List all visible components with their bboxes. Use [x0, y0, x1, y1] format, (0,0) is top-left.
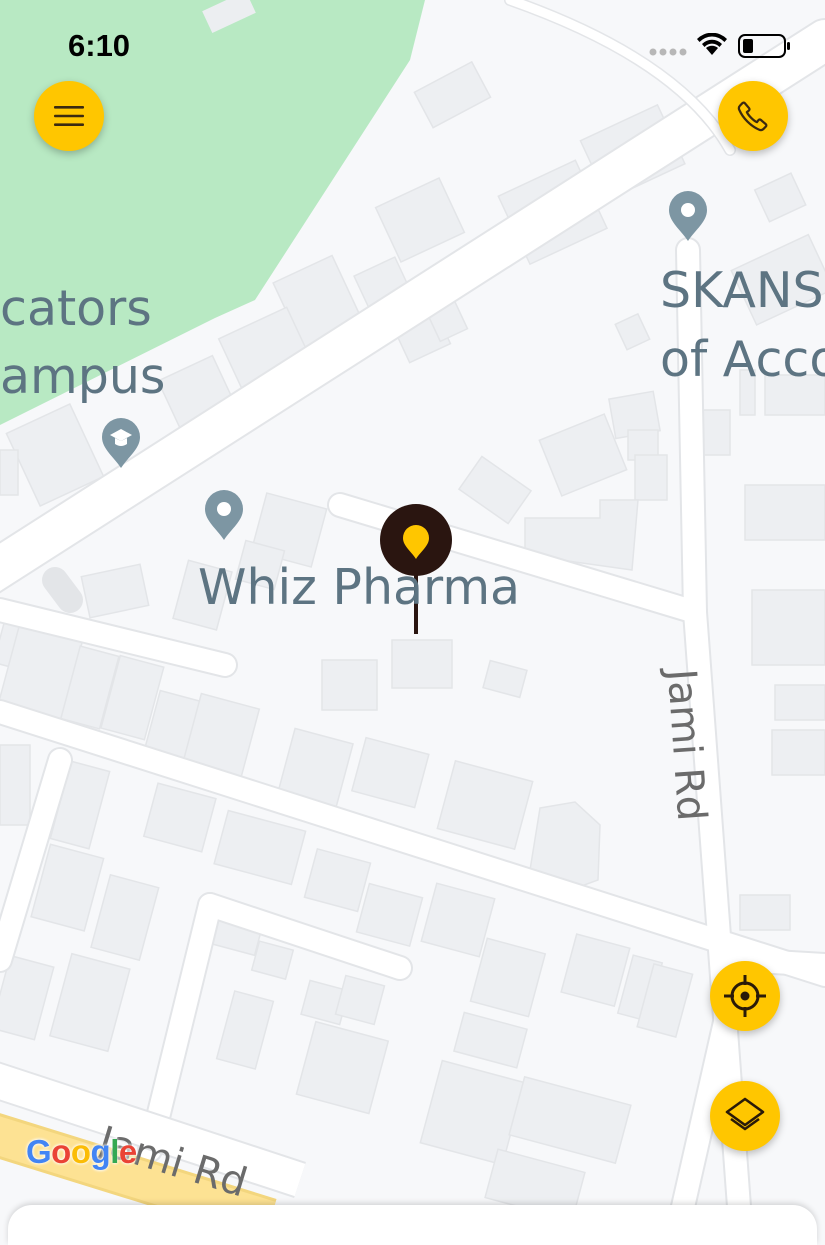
wifi-icon — [697, 33, 727, 55]
google-attribution: Google — [26, 1133, 137, 1170]
battery-icon — [738, 34, 790, 58]
place-label: ampus — [0, 348, 166, 405]
signal-icon — [649, 48, 687, 56]
layers-icon — [725, 1097, 765, 1131]
phone-icon — [737, 101, 768, 132]
menu-button[interactable] — [34, 81, 104, 151]
status-bar: 6:10 — [0, 0, 825, 90]
road-label: Jami Rd — [657, 667, 715, 823]
status-time: 6:10 — [68, 28, 131, 63]
hamburger-menu-icon — [54, 106, 84, 126]
map-layers-button[interactable] — [710, 1081, 780, 1151]
crosshair-icon — [724, 975, 766, 1017]
place-label: SKANS — [660, 262, 824, 319]
place-label: Whiz Pharma — [198, 559, 521, 616]
place-label: of Acco — [660, 331, 825, 388]
bottom-sheet[interactable] — [8, 1205, 817, 1245]
call-button[interactable] — [718, 81, 788, 151]
place-label: cators — [0, 280, 152, 337]
my-location-button[interactable] — [710, 961, 780, 1031]
